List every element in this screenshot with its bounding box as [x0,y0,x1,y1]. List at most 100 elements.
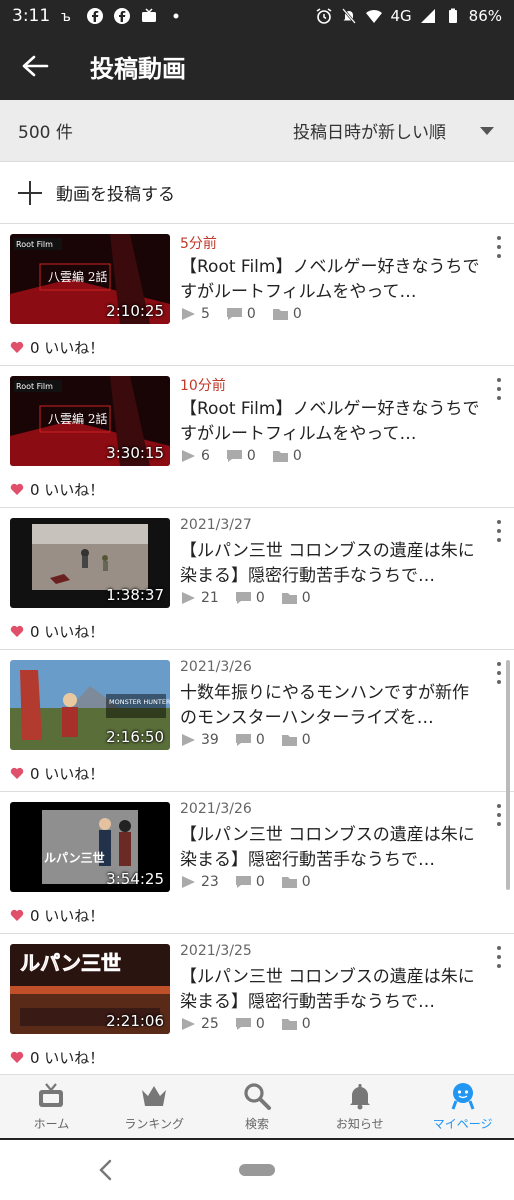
heart-icon [10,767,24,779]
svg-text:Root Film: Root Film [16,240,53,249]
likes-count: 0 いいね！ [10,763,104,784]
nav-search[interactable]: 検索 [206,1075,309,1138]
app-bar: 投稿動画 [0,32,514,100]
play-icon [182,876,195,888]
more-options-icon[interactable] [494,662,504,684]
video-title[interactable]: 【Root Film】ノベルゲー好きなうちですがルートフィルムをやって… [180,255,480,305]
post-video-label: 動画を投稿する [56,185,175,205]
video-date: 5分前 [180,236,217,252]
heart-icon [10,483,24,495]
heart-icon [10,1051,24,1063]
svg-text:八雲編 2話: 八雲編 2話 [48,269,107,284]
video-thumbnail[interactable]: Root Film 八雲編 2話 2:10:25 [10,234,170,324]
video-duration: 2:10:25 [106,302,164,320]
page-title: 投稿動画 [90,54,186,83]
video-list: Root Film 八雲編 2話 2:10:25 5分前 【Root Film】… [0,224,514,1076]
video-title[interactable]: 【ルパン三世 コロンブスの遺産は朱に染まる】隠密行動苦手なうちで… [180,965,480,1015]
video-thumbnail[interactable]: Root Film 八雲編 2話 3:30:15 [10,376,170,466]
tv-icon [39,1083,64,1107]
nav-search-label: 検索 [244,1117,269,1131]
likes-count: 0 いいね！ [10,621,104,642]
video-title[interactable]: 【Root Film】ノベルゲー好きなうちですがルートフィルムをやって… [180,397,480,447]
nav-notifications[interactable]: お知らせ [308,1075,411,1138]
mute-icon [340,7,358,25]
video-stats: 6 0 0 [180,448,314,464]
heart-icon [10,909,24,921]
more-options-icon[interactable] [494,378,504,400]
comment-icon [235,734,251,746]
svg-text:Root Film: Root Film [16,382,53,391]
video-stats: 25 0 0 [180,1016,323,1032]
crown-icon [142,1086,167,1106]
more-options-icon[interactable] [494,946,504,968]
post-video-button[interactable]: 動画を投稿する [0,162,514,224]
nav-mypage[interactable]: マイページ [411,1075,514,1138]
video-list-item[interactable]: ルパン三世 3:54:25 2021/3/26 【ルパン三世 コロンブスの遺産は… [0,792,514,934]
tv-icon [140,7,158,25]
views-stat: 25 [180,1016,219,1032]
bell-icon [349,1084,370,1110]
views-stat: 23 [180,874,219,890]
svg-text:MONSTER HUNTER RISE: MONSTER HUNTER RISE [109,698,170,706]
video-title[interactable]: 【ルパン三世 コロンブスの遺産は朱に染まる】隠密行動苦手なうちで… [180,539,480,589]
nav-home-label: ホーム [33,1117,70,1131]
comments-stat: 0 [235,1016,265,1032]
video-thumbnail[interactable]: ルパン三世 3:54:25 [10,802,170,892]
video-duration: 2:16:50 [106,728,164,746]
video-title[interactable]: 【ルパン三世 コロンブスの遺産は朱に染まる】隠密行動苦手なうちで… [180,823,480,873]
mylist-stat: 0 [272,306,302,322]
battery-level: 86% [468,7,502,25]
video-duration: 3:30:15 [106,444,164,462]
video-date: 2021/3/27 [180,517,252,533]
plus-icon [18,180,42,205]
video-thumbnail[interactable]: 1:38:37 [10,518,170,608]
more-options-icon[interactable] [494,236,504,258]
comment-icon [235,592,251,604]
play-icon [182,308,195,320]
system-back-icon[interactable] [96,1158,116,1182]
more-options-icon[interactable] [494,520,504,542]
more-options-icon[interactable] [494,804,504,826]
comments-stat: 0 [235,732,265,748]
views-stat: 39 [180,732,219,748]
likes-count: 0 いいね！ [10,905,104,926]
svg-text:ъ: ъ [61,9,71,25]
status-time: 3:11 [12,6,51,26]
video-title[interactable]: 十数年振りにやるモンハンですが新作のモンスターハンターライズを… [180,681,480,731]
dot-icon [167,7,185,25]
comments-stat: 0 [226,448,256,464]
back-button[interactable] [0,32,70,100]
video-count: 500 件 [18,123,73,143]
sort-bar: 500 件 投稿日時が新しい順 [0,100,514,162]
video-list-item[interactable]: 1:38:37 2021/3/27 【ルパン三世 コロンブスの遺産は朱に染まる】… [0,508,514,650]
user-icon [451,1083,474,1110]
video-thumbnail[interactable]: ルパン三世 2:21:06 [10,944,170,1034]
folder-icon [272,451,288,462]
system-home-pill[interactable] [239,1164,275,1176]
nav-ranking-label: ランキング [124,1117,185,1131]
video-date: 2021/3/26 [180,659,252,675]
play-icon [182,734,195,746]
nav-ranking[interactable]: ランキング [103,1075,206,1138]
video-list-item[interactable]: Root Film 八雲編 2話 2:10:25 5分前 【Root Film】… [0,224,514,366]
facebook-icon [86,7,104,25]
nav-home[interactable]: ホーム [0,1075,103,1138]
comment-icon [235,1018,251,1030]
video-date: 2021/3/25 [180,943,252,959]
sort-order-dropdown[interactable]: 投稿日時が新しい順 [293,118,496,143]
video-list-item[interactable]: ルパン三世 2:21:06 2021/3/25 【ルパン三世 コロンブスの遺産は… [0,934,514,1076]
heart-icon [10,625,24,637]
video-list-item[interactable]: MONSTER HUNTER RISE 2:16:50 2021/3/26 十数… [0,650,514,792]
heart-icon [10,341,24,353]
folder-icon [281,1019,297,1030]
wifi-icon [365,7,383,25]
video-stats: 39 0 0 [180,732,323,748]
scrollbar[interactable] [506,660,510,890]
video-duration: 1:38:37 [106,586,164,604]
mylist-stat: 0 [281,732,311,748]
video-list-item[interactable]: Root Film 八雲編 2話 3:30:15 10分前 【Root Film… [0,366,514,508]
video-thumbnail[interactable]: MONSTER HUNTER RISE 2:16:50 [10,660,170,750]
views-stat: 21 [180,590,219,606]
views-stat: 5 [180,306,210,322]
video-date: 2021/3/26 [180,801,252,817]
